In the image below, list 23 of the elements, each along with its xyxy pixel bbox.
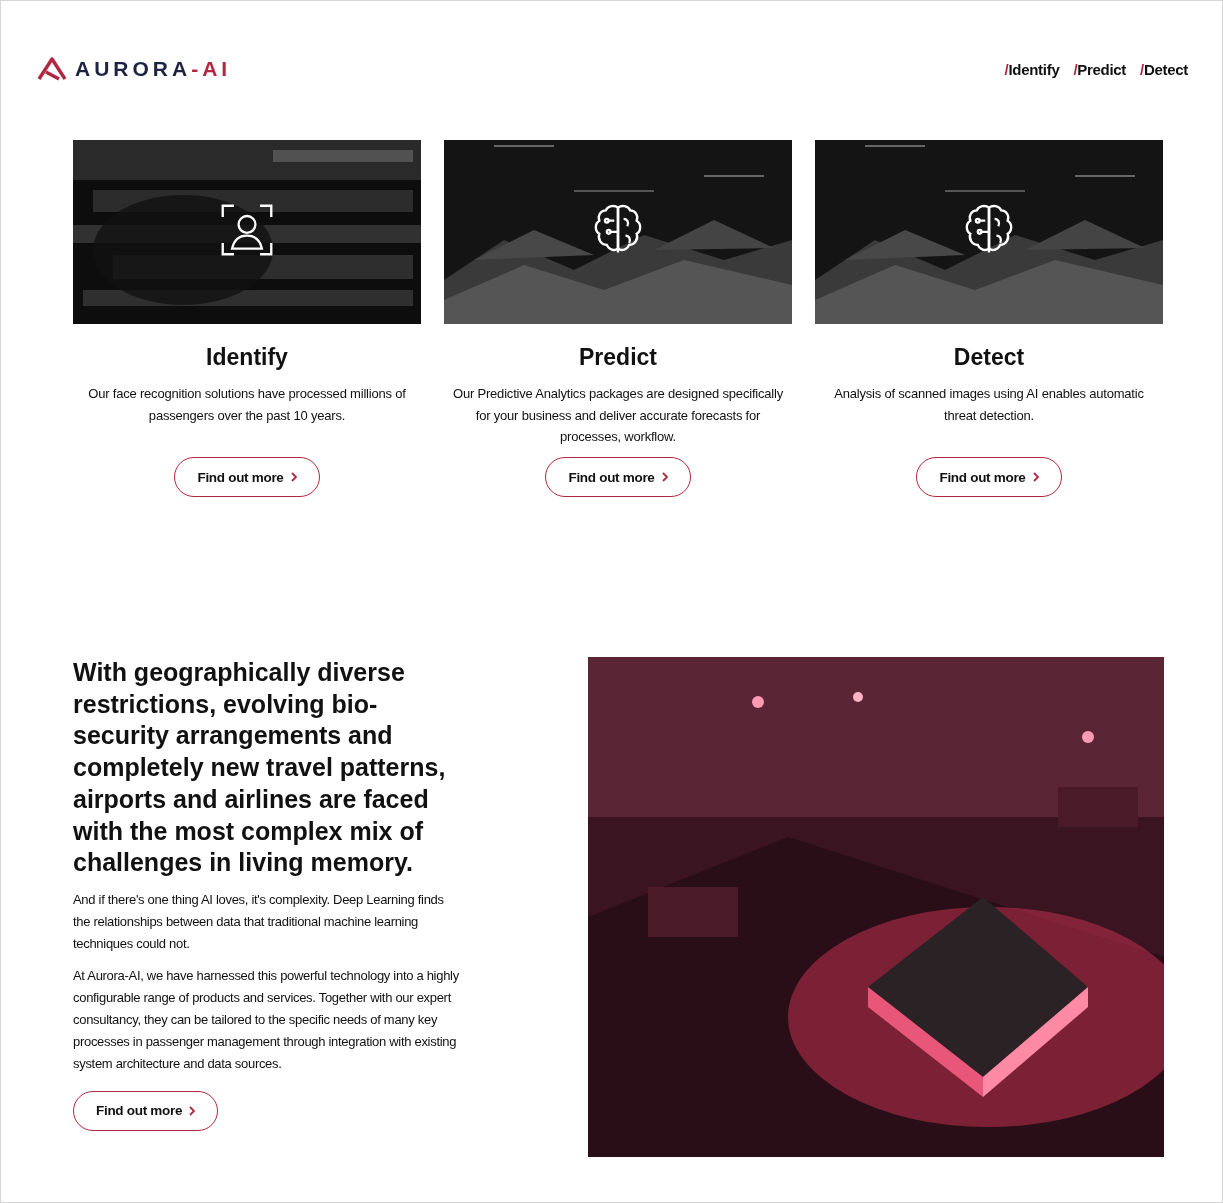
card-title: Identify <box>206 344 288 371</box>
find-out-more-button[interactable]: Find out more <box>545 457 691 497</box>
card-description: Our Predictive Analytics packages are designed specifically for your business and deliver accurate forecasts for processes, workflow. <box>452 385 784 446</box>
logo-icon <box>37 57 67 81</box>
face-scan-icon <box>219 202 275 258</box>
nav-link[interactable]: /Detect <box>1140 60 1188 78</box>
card-title: Predict <box>579 344 657 371</box>
chevron-icon <box>661 472 668 482</box>
nav-link[interactable]: /Identify <box>1004 60 1060 78</box>
paragraph: And if there's one thing AI loves, it's complexity. Deep Learning finds the relationships between data that traditional machine learning techniques could not. <box>73 890 445 953</box>
card-title: Detect <box>953 344 1025 371</box>
find-out-more-button[interactable]: Find out more <box>73 1090 219 1131</box>
find-out-more-button[interactable]: Find out more <box>174 457 320 497</box>
headline: With geographically diverse restrictions, evolving bio-security arrangements and completely new travel patterns, airports and airlines are faced with the most complex mix of challenges in living memory. <box>73 657 447 879</box>
nav-link[interactable]: /Predict <box>1073 60 1127 78</box>
card-description: Analysis of scanned images using AI enables automatic threat detection. <box>833 385 1145 425</box>
logo-text: AURORA-AI <box>75 57 232 81</box>
card-description: Our face recognition solutions have processed millions of passengers over the past 10 years. <box>87 385 407 425</box>
chevron-icon <box>290 472 297 482</box>
paragraph: At Aurora-AI, we have harnessed this powerful technology into a highly configurable range of products and services. Together with our expert consultancy, they can be tailored to the specific needs of many key processes in passenger management through integration with existing system architecture and data sources. <box>73 966 460 1073</box>
chevron-icon <box>189 1105 196 1116</box>
chevron-icon <box>1032 472 1039 482</box>
find-out-more-button[interactable]: Find out more <box>916 457 1062 497</box>
